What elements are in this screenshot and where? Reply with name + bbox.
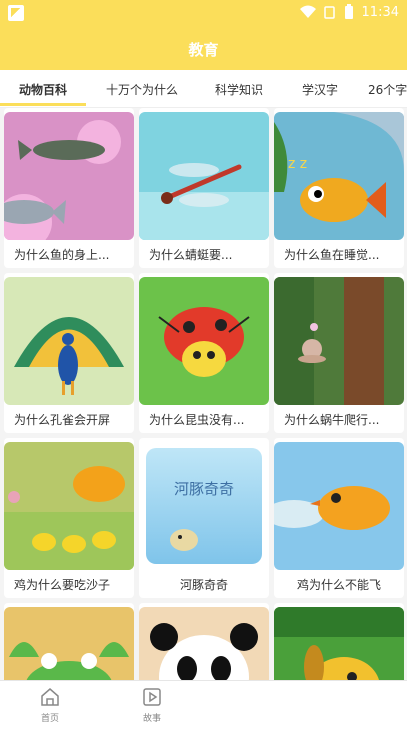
video-card[interactable]: 为什么蜻蜓要... (139, 108, 269, 268)
video-card[interactable] (139, 603, 269, 680)
video-title: 为什么鱼在睡觉... (284, 247, 380, 262)
video-title: 鸡为什么要吃沙子 (14, 577, 111, 592)
thumbnail (274, 607, 404, 680)
video-card[interactable]: 为什么蜗牛爬行... (274, 273, 404, 433)
tab-science[interactable]: 科学知识 (200, 70, 278, 107)
video-title: 为什么昆虫没有... (149, 412, 245, 427)
app-bar: 教育 (0, 28, 407, 70)
page-title: 教育 (188, 40, 219, 59)
video-title: 为什么孔雀会开屏 (14, 412, 111, 427)
video-icon (143, 688, 161, 706)
thumbnail (4, 442, 134, 570)
thumbnail (139, 277, 269, 405)
svg-text:z z: z z (288, 156, 307, 172)
signal-icon (323, 6, 335, 19)
status-time: 11:34 (361, 4, 399, 20)
video-card[interactable]: 为什么鱼的身上... (4, 108, 134, 268)
status-bar: 11:34 (0, 0, 407, 28)
video-card[interactable]: 鸡为什么要吃沙子 (4, 438, 134, 598)
thumbnail: z z (274, 112, 404, 240)
battery-icon (344, 4, 353, 19)
video-card[interactable]: 为什么昆虫没有... (139, 273, 269, 433)
nav-home-label: 首页 (40, 714, 59, 724)
tab-active-indicator (0, 103, 86, 106)
video-card[interactable]: 河豚奇奇 河豚奇奇 (139, 438, 269, 598)
tab-chinese-chars[interactable]: 学汉字 (285, 70, 355, 107)
bottom-navigation: 首页 故事 (0, 680, 407, 730)
home-icon (41, 688, 59, 706)
nav-stories[interactable]: 故事 (122, 687, 182, 727)
video-card[interactable] (274, 603, 404, 680)
video-title: 为什么鱼的身上... (14, 247, 110, 262)
video-card[interactable]: z z 为什么鱼在睡觉... (274, 108, 404, 268)
thumbnail (274, 442, 404, 570)
wifi-icon (299, 5, 316, 18)
nav-stories-label: 故事 (142, 714, 161, 724)
video-title: 河豚奇奇 (179, 577, 228, 592)
video-grid: 为什么鱼的身上... 为什么蜻蜓要... z z 为什么鱼在睡觉... 为什么孔… (0, 108, 407, 680)
thumbnail (4, 277, 134, 405)
tab-26-letters[interactable]: 26个字 (368, 70, 407, 107)
thumbnail (4, 112, 134, 240)
thumbnail (139, 112, 269, 240)
video-card[interactable]: 为什么孔雀会开屏 (4, 273, 134, 433)
thumbnail (4, 607, 134, 680)
thumbnail: 河豚奇奇 (139, 442, 269, 570)
video-title: 为什么蜻蜓要... (149, 247, 233, 262)
nav-home[interactable]: 首页 (20, 687, 80, 727)
thumbnail (139, 607, 269, 680)
thumbnail (274, 277, 404, 405)
app-notification-icon (8, 5, 24, 21)
video-title: 鸡为什么不能飞 (296, 577, 381, 592)
tab-why[interactable]: 十万个为什么 (96, 70, 188, 107)
video-card[interactable] (4, 603, 134, 680)
video-title: 为什么蜗牛爬行... (284, 412, 380, 427)
video-card[interactable]: 鸡为什么不能飞 (274, 438, 404, 598)
